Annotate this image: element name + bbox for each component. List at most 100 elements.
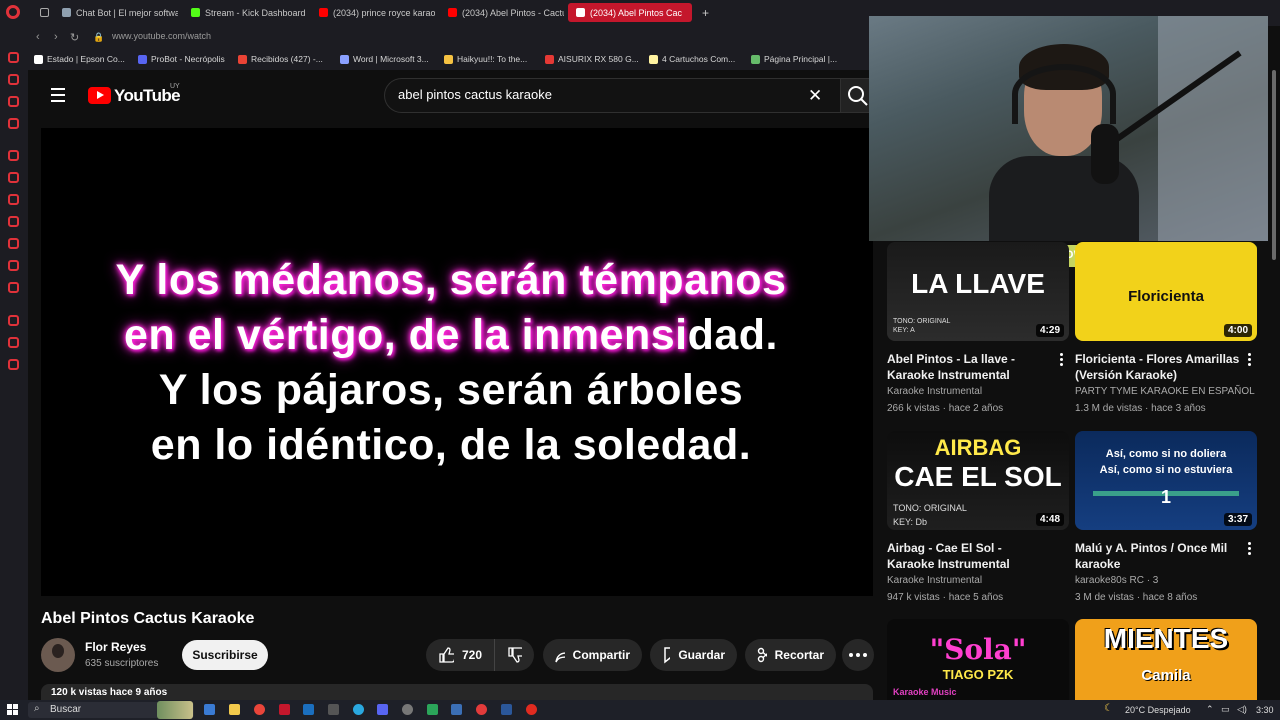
app-icon[interactable] (451, 704, 462, 715)
share-button[interactable]: Compartir (543, 639, 642, 671)
save-button[interactable]: Guardar (650, 639, 737, 671)
rec-channel[interactable]: Karaoke Instrumental (887, 575, 982, 586)
tab-chat-bot[interactable]: Chat Bot | El mejor softwa (54, 3, 178, 22)
edge-icon[interactable] (353, 704, 364, 715)
sidebar-arrow-icon[interactable] (8, 52, 19, 63)
bookmark-item[interactable]: 4 Cartuchos Com... (649, 54, 735, 64)
sidebar-messenger2-icon[interactable] (8, 172, 19, 183)
bookmarks-bar: Estado | Epson Co... ProBot - Necrópolis… (28, 50, 873, 70)
rec-title[interactable]: Floricienta - Flores Amarillas (Versión … (1075, 351, 1240, 383)
scissors-icon (757, 647, 767, 663)
rec-title[interactable]: Airbag - Cae El Sol - Karaoke Instrument… (887, 540, 1052, 572)
video-thumbnail[interactable]: Floricienta 4:00 (1075, 242, 1257, 341)
video-thumbnail[interactable]: LA LLAVE TONO: ORIGINAL KEY: A 4:29 (887, 242, 1069, 341)
url-field[interactable]: www.youtube.com/watch (112, 31, 211, 41)
rec-channel[interactable]: PARTY TYME KARAOKE EN ESPAÑOL (1075, 386, 1255, 397)
tab-abel-pintos-cactus[interactable]: (2034) Abel Pintos - Cactu (440, 3, 564, 22)
app-icon[interactable] (427, 704, 438, 715)
rec-channel[interactable]: karaoke80s RC · 3 (1075, 575, 1158, 586)
sidebar-x-icon[interactable] (8, 260, 19, 271)
volume-icon[interactable]: ◁) (1237, 704, 1247, 715)
sidebar-whatsapp-icon[interactable] (8, 194, 19, 205)
bookmark-item[interactable]: AISURIX RX 580 G... (545, 54, 639, 64)
sidebar-settings-icon[interactable] (8, 359, 19, 370)
webcam-wall (1158, 16, 1268, 241)
sidebar-telegram-icon[interactable] (8, 216, 19, 227)
bookmark-item[interactable]: Página Principal |... (751, 54, 837, 64)
rec-menu-icon[interactable] (1060, 353, 1064, 367)
opera-logo-icon[interactable] (6, 5, 20, 19)
video-player[interactable] (41, 128, 873, 596)
clip-button[interactable]: Recortar (745, 639, 836, 671)
like-button[interactable]: 720 (426, 639, 494, 671)
settings-icon[interactable] (402, 704, 413, 715)
app-icon[interactable] (328, 704, 339, 715)
app-icon[interactable] (501, 704, 512, 715)
search-input[interactable]: abel pintos cactus karaoke (398, 87, 552, 102)
scrollbar[interactable] (1272, 70, 1276, 260)
bookmark-item[interactable]: Haikyuu!!: To the... (444, 54, 527, 64)
channel-avatar[interactable] (41, 638, 75, 672)
sidebar-history-icon[interactable] (8, 315, 19, 326)
tray-chevron-icon[interactable]: ⌃ (1206, 704, 1214, 715)
rec-channel[interactable]: Karaoke Instrumental (887, 386, 982, 397)
rec-menu-icon[interactable] (1248, 542, 1252, 556)
youtube-logo-icon[interactable] (88, 87, 111, 104)
tab-active-abel-pintos[interactable]: (2034) Abel Pintos Cac (568, 3, 692, 22)
video-thumbnail[interactable]: AIRBAG CAE EL SOL TONO: ORIGINAL KEY: Db… (887, 431, 1069, 530)
new-tab-button[interactable]: + (694, 3, 710, 22)
sidebar-download-icon[interactable] (8, 337, 19, 348)
video-thumbnail[interactable]: MIENTES Camila (1075, 619, 1257, 700)
video-thumbnail[interactable]: "Sola" TIAGO PZK Karaoke Music (887, 619, 1069, 700)
network-icon[interactable]: ▭ (1221, 704, 1230, 715)
sidebar-twitch-icon[interactable] (8, 150, 19, 161)
description-box[interactable]: 120 k vistas hace 9 años (41, 684, 873, 700)
bookmark-item[interactable]: ProBot - Necrópolis (138, 54, 225, 64)
forward-icon[interactable]: › (54, 31, 58, 43)
youtube-icon (448, 8, 457, 17)
video-thumbnail[interactable]: Así, como si no doliera Así, como si no … (1075, 431, 1257, 530)
opera-gx-icon[interactable] (279, 704, 290, 715)
channel-name[interactable]: Flor Reyes (85, 640, 146, 654)
dislike-button[interactable] (494, 639, 534, 671)
subscribe-button[interactable]: Suscribirse (182, 640, 268, 670)
subscriber-count: 635 suscriptores (85, 658, 159, 669)
clear-search-icon[interactable]: ✕ (808, 86, 822, 106)
sidebar-discord-icon[interactable] (8, 282, 19, 293)
tab-prince-royce[interactable]: (2034) prince royce karao (311, 3, 435, 22)
rec-menu-icon[interactable] (1248, 353, 1252, 367)
sidebar-instagram-icon[interactable] (8, 238, 19, 249)
sidebar-aria-icon[interactable] (8, 74, 19, 85)
file-explorer-icon[interactable] (229, 704, 240, 715)
hamburger-menu-icon[interactable] (51, 88, 65, 102)
app-icon[interactable] (476, 704, 487, 715)
tab-workspaces-icon[interactable] (32, 3, 50, 22)
bookmark-item[interactable]: Estado | Epson Co... (34, 54, 125, 64)
youtube-icon (576, 8, 585, 17)
windows-start-icon[interactable] (7, 704, 18, 715)
more-icon (849, 653, 867, 657)
more-actions-button[interactable] (842, 639, 874, 671)
bookmark-item[interactable]: Word | Microsoft 3... (340, 54, 429, 64)
youtube-app-icon[interactable] (526, 704, 537, 715)
rec-title[interactable]: Abel Pintos - La llave - Karaoke Instrum… (887, 351, 1052, 383)
page-icon (751, 54, 760, 64)
sidebar-mail-icon[interactable] (8, 118, 19, 129)
youtube-icon (319, 8, 328, 17)
lock-icon: 🔒 (93, 32, 105, 42)
clock[interactable]: 3:30 (1256, 705, 1274, 715)
rec-meta: 1.3 M de vistas · hace 3 años (1075, 403, 1206, 414)
discord-icon[interactable] (377, 704, 388, 715)
sidebar-messenger-icon[interactable] (8, 96, 19, 107)
reload-icon[interactable]: ↻ (70, 31, 79, 44)
back-icon[interactable]: ‹ (36, 31, 40, 43)
steam-icon[interactable] (303, 704, 314, 715)
shop-icon (545, 54, 554, 64)
rec-title[interactable]: Malú y A. Pintos / Once Mil karaoke (1075, 540, 1240, 572)
chrome-icon[interactable] (254, 704, 265, 715)
weather-text[interactable]: 20°C Despejado (1125, 705, 1191, 715)
tab-kick-dashboard[interactable]: Stream - Kick Dashboard (183, 3, 307, 22)
share-icon (555, 652, 565, 663)
bookmark-item[interactable]: Recibidos (427) -... (238, 54, 323, 64)
taskview-icon[interactable] (204, 704, 215, 715)
